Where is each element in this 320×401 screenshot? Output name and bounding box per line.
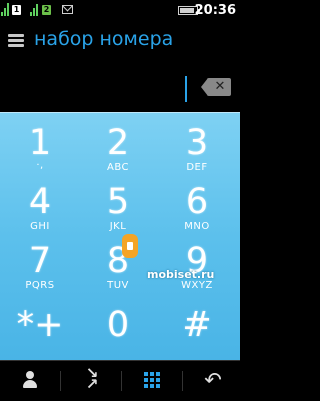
back-icon: ↶ xyxy=(204,368,222,392)
key-hash[interactable]: # xyxy=(157,307,237,357)
keypad-icon xyxy=(144,372,160,388)
call-log-icon: ↘ ↗ xyxy=(85,364,99,393)
key-1[interactable]: 1 ·, xyxy=(0,125,80,185)
key-5[interactable]: 5 JKL xyxy=(78,184,158,244)
menu-icon[interactable] xyxy=(8,34,24,48)
sim1-indicator: 1 xyxy=(12,5,21,15)
contacts-button[interactable] xyxy=(0,361,60,401)
number-input-field[interactable]: ✕ xyxy=(0,60,240,112)
keypad-button[interactable] xyxy=(122,361,182,401)
status-time: 20:36 xyxy=(194,3,236,18)
watermark-text: mobiset.ru xyxy=(147,268,215,281)
key-2[interactable]: 2 ABC xyxy=(78,125,158,185)
dial-keypad: 1 ·, 2 ABC 3 DEF 4 GHI 5 JKL 6 MNO 7 PQR… xyxy=(0,112,240,361)
bottom-toolbar: ↘ ↗ ↶ xyxy=(0,360,240,401)
call-log-button[interactable]: ↘ ↗ xyxy=(61,361,121,401)
backspace-button[interactable]: ✕ xyxy=(201,78,231,96)
key-star-plus[interactable]: *+ xyxy=(0,307,80,357)
key-0[interactable]: 0 xyxy=(78,307,158,357)
key-8[interactable]: 8 TUV xyxy=(78,243,158,303)
status-bar: 1 2 20:36 xyxy=(0,0,240,24)
signal-strength-icon xyxy=(1,2,9,16)
key-7[interactable]: 7 PQRS xyxy=(0,243,80,303)
contacts-icon xyxy=(23,371,37,389)
key-6[interactable]: 6 MNO xyxy=(157,184,237,244)
key-3[interactable]: 3 DEF xyxy=(157,125,237,185)
watermark-logo-icon xyxy=(122,234,138,258)
sim2-indicator: 2 xyxy=(42,5,51,15)
key-4[interactable]: 4 GHI xyxy=(0,184,80,244)
app-header: набор номера xyxy=(0,24,240,60)
signal-strength-2-icon xyxy=(30,4,38,16)
page-title: набор номера xyxy=(34,28,174,50)
text-cursor xyxy=(185,76,187,102)
back-button[interactable]: ↶ xyxy=(183,361,240,401)
message-icon xyxy=(62,5,73,14)
